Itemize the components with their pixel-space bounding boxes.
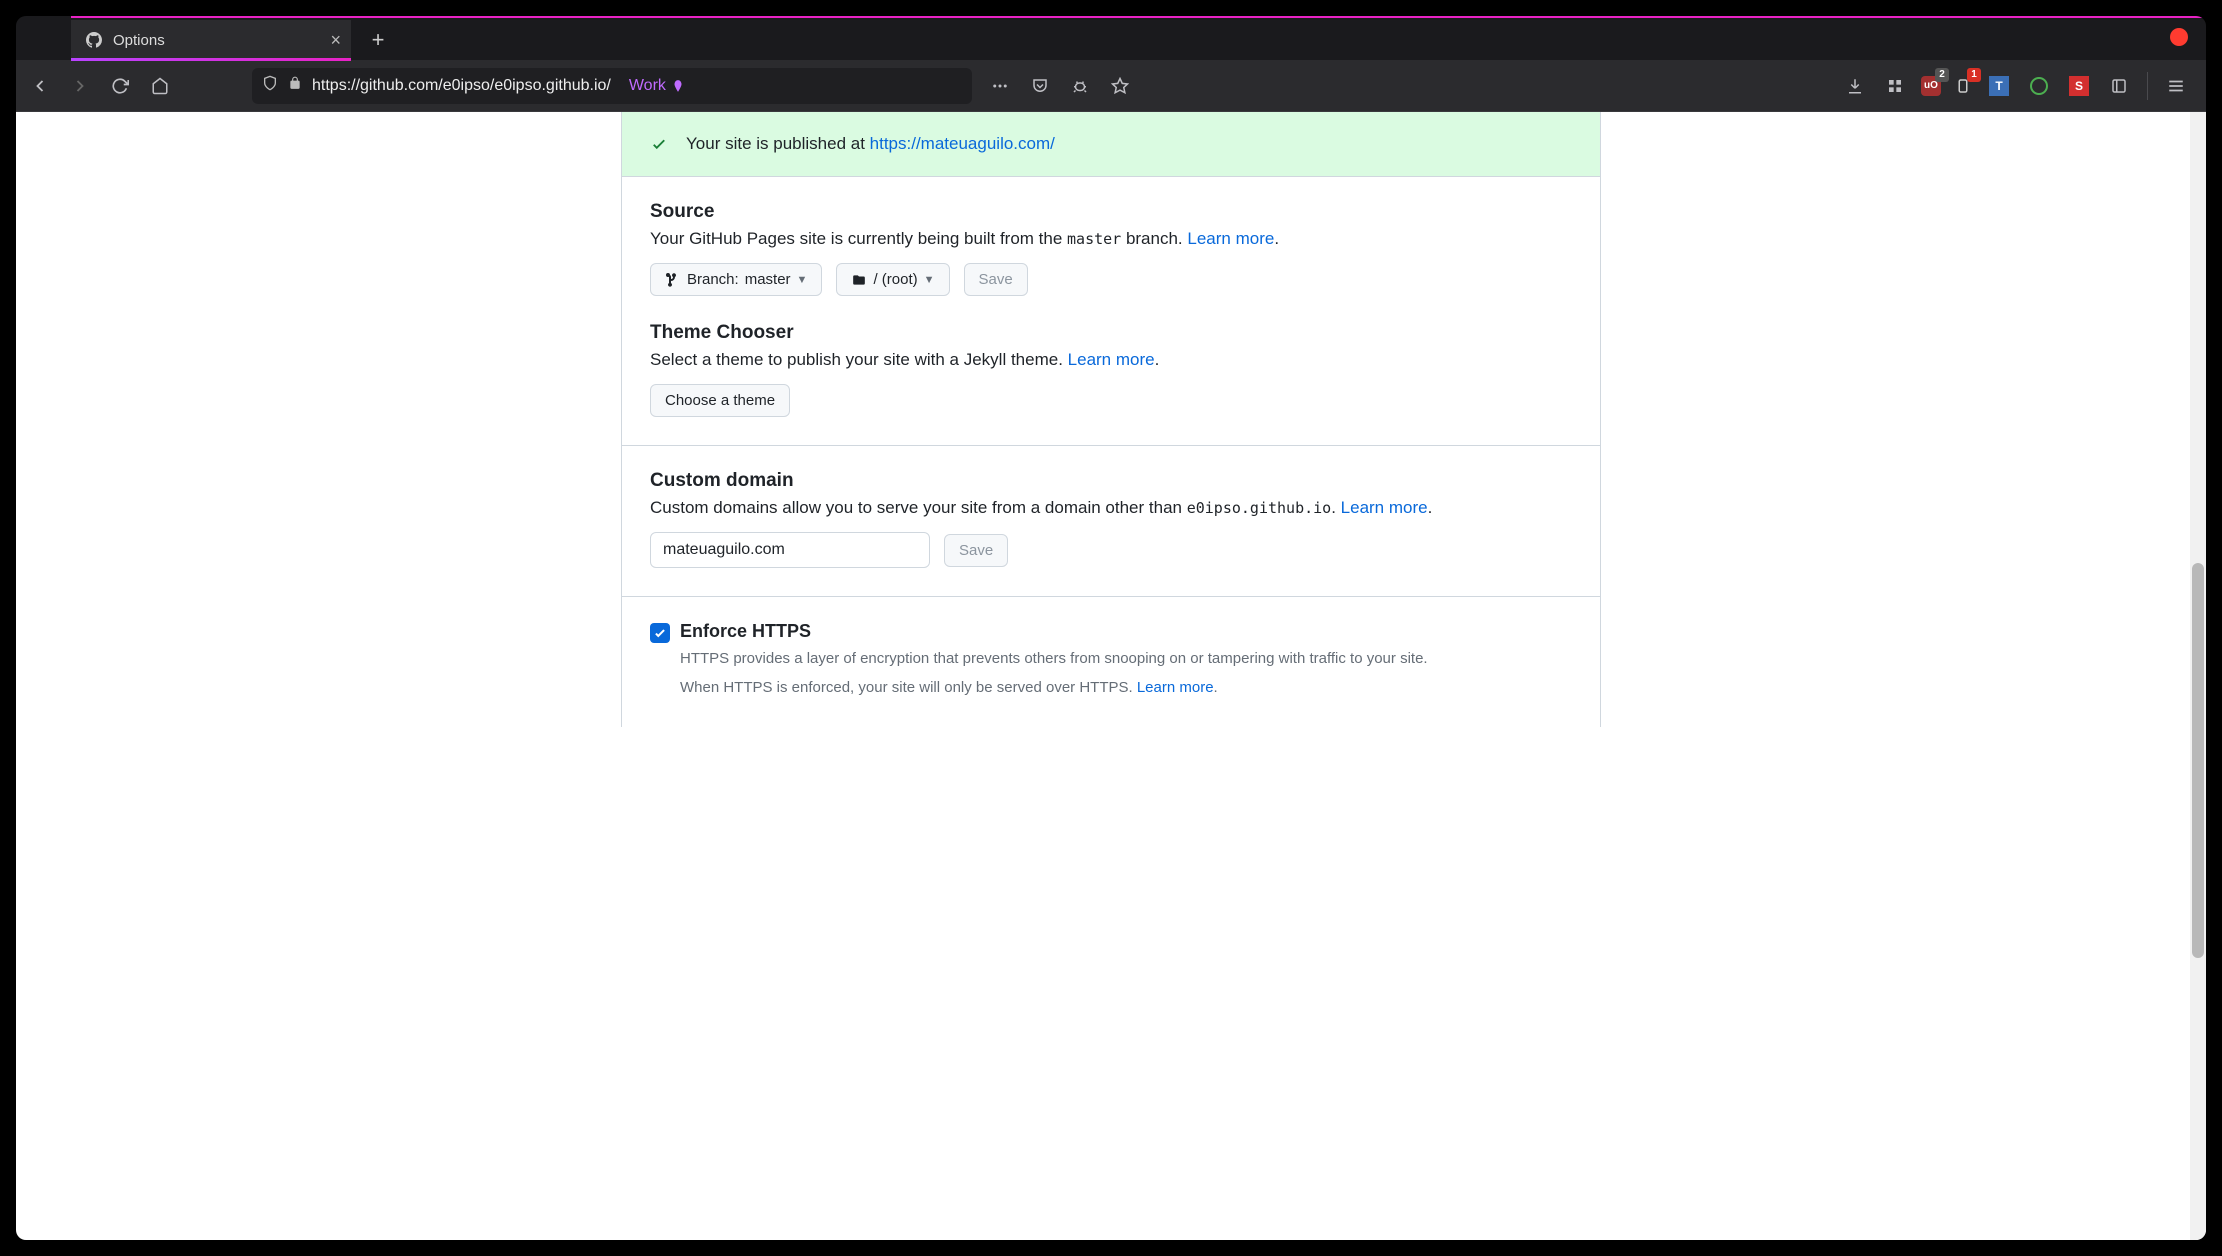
enforce-https-checkbox[interactable] (650, 623, 670, 643)
flash-text: Your site is published at https://mateua… (686, 134, 1055, 154)
source-section: Source Your GitHub Pages site is current… (622, 177, 1600, 445)
recording-indicator (2170, 28, 2188, 46)
tab-title: Options (113, 32, 165, 49)
source-learn-more-link[interactable]: Learn more (1187, 229, 1274, 248)
ublock-badge: 2 (1935, 68, 1949, 82)
enforce-https-line2: When HTTPS is enforced, your site will o… (680, 677, 1428, 700)
scrollbar-thumb[interactable] (2192, 563, 2204, 958)
page-content: Your site is published at https://mateua… (16, 112, 2206, 1240)
enforce-https-content: Enforce HTTPS HTTPS provides a layer of … (680, 621, 1428, 699)
container-label: Work (629, 77, 686, 95)
custom-domain-controls: Save (650, 532, 1572, 568)
tabbar: Options × + (16, 16, 2206, 60)
https-learn-more-link[interactable]: Learn more (1137, 679, 1214, 696)
folder-select-button[interactable]: / (root) ▼ (836, 263, 949, 296)
chevron-down-icon: ▼ (797, 274, 808, 286)
close-tab-icon[interactable]: × (330, 31, 341, 49)
toolbar-right: uO 2 1 T S (1837, 68, 2200, 104)
url-bar[interactable]: https://github.com/e0ipso/e0ipso.github.… (252, 68, 972, 104)
tracking-shield-icon[interactable] (262, 74, 278, 97)
folder-icon (851, 273, 867, 287)
branch-select-button[interactable]: Branch: master ▼ (650, 263, 822, 296)
domain-learn-more-link[interactable]: Learn more (1341, 498, 1428, 517)
back-button[interactable] (22, 68, 58, 104)
source-heading: Source (650, 201, 1572, 223)
enforce-https-label: Enforce HTTPS (680, 621, 1428, 642)
checkmark-icon (653, 626, 667, 640)
theme-learn-more-link[interactable]: Learn more (1068, 350, 1155, 369)
github-favicon (85, 31, 103, 49)
hamburger-menu[interactable] (2158, 68, 2194, 104)
check-icon (650, 135, 668, 153)
library-button[interactable] (2101, 68, 2137, 104)
home-button[interactable] (142, 68, 178, 104)
domain-save-button[interactable]: Save (944, 534, 1008, 567)
url-text: https://github.com/e0ipso/e0ipso.github.… (312, 77, 611, 95)
published-url-link[interactable]: https://mateuaguilo.com/ (870, 134, 1055, 153)
settings-panel: Your site is published at https://mateua… (621, 112, 1601, 727)
theme-desc: Select a theme to publish your site with… (650, 350, 1572, 370)
enforce-https-section: Enforce HTTPS HTTPS provides a layer of … (622, 596, 1600, 727)
extension-green-icon[interactable] (2021, 68, 2057, 104)
published-flash: Your site is published at https://mateua… (622, 112, 1600, 177)
source-desc: Your GitHub Pages site is currently bein… (650, 229, 1572, 249)
downloads-button[interactable] (1837, 68, 1873, 104)
source-controls: Branch: master ▼ / (root) ▼ Save (650, 263, 1572, 296)
custom-domain-desc: Custom domains allow you to serve your s… (650, 498, 1572, 518)
ublock-extension[interactable]: uO 2 (1917, 72, 1945, 100)
extension-s-icon[interactable]: S (2061, 68, 2097, 104)
chevron-down-icon: ▼ (924, 274, 935, 286)
custom-domain-section: Custom domain Custom domains allow you t… (622, 445, 1600, 596)
extension-grid-icon[interactable] (1877, 68, 1913, 104)
pocket-button[interactable] (1022, 68, 1058, 104)
notif-badge: 1 (1967, 68, 1981, 82)
notification-extension[interactable]: 1 (1949, 72, 1977, 100)
forward-button[interactable] (62, 68, 98, 104)
enforce-https-line1: HTTPS provides a layer of encryption tha… (680, 648, 1428, 671)
browser-window: Options × + https://github.com/e0ip (16, 16, 2206, 1240)
custom-domain-heading: Custom domain (650, 470, 1572, 492)
lock-icon[interactable] (288, 75, 302, 96)
debug-button[interactable] (1062, 68, 1098, 104)
toolbar-separator (2147, 72, 2148, 100)
choose-theme-button[interactable]: Choose a theme (650, 384, 790, 417)
extension-t-icon[interactable]: T (1981, 68, 2017, 104)
vertical-scrollbar[interactable] (2190, 112, 2206, 1240)
custom-domain-input[interactable] (650, 532, 930, 568)
new-tab-button[interactable]: + (361, 23, 395, 57)
browser-tab[interactable]: Options × (71, 20, 351, 60)
git-branch-icon (665, 272, 681, 288)
nav-toolbar: https://github.com/e0ipso/e0ipso.github.… (16, 60, 2206, 112)
theme-heading: Theme Chooser (650, 322, 1572, 344)
reload-button[interactable] (102, 68, 138, 104)
bookmark-star-button[interactable] (1102, 68, 1138, 104)
source-save-button[interactable]: Save (964, 263, 1028, 296)
page-actions-button[interactable] (982, 68, 1018, 104)
